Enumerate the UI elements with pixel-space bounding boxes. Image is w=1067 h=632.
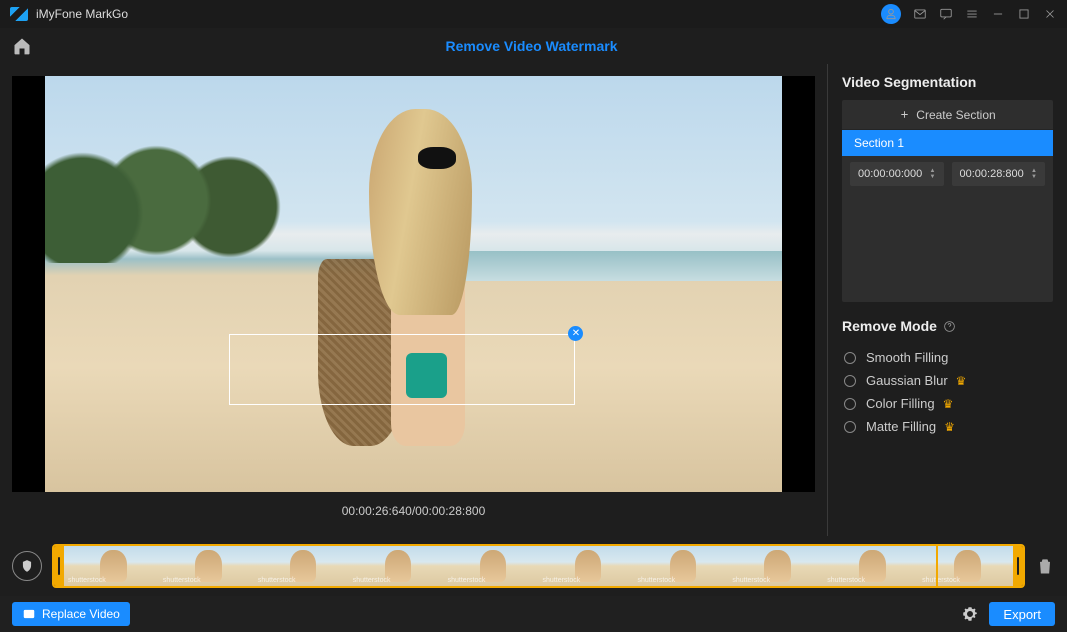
playhead[interactable] (936, 544, 938, 588)
section-time-row: 00:00:00:000 ▲▼ 00:00:28:800 ▲▼ (842, 156, 1053, 192)
replace-video-label: Replace Video (42, 607, 120, 621)
total-time: 00:00:28:800 (415, 504, 485, 518)
premium-icon: ♛ (943, 397, 954, 411)
preview-panel: ✕ 00:00:26:640/00:00:28:800 (0, 64, 827, 536)
menu-icon[interactable] (965, 7, 979, 21)
app-title: iMyFone MarkGo (36, 7, 873, 21)
segmentation-title: Video Segmentation (842, 74, 1053, 90)
subheader: Remove Video Watermark (0, 28, 1067, 64)
timeline-frame[interactable]: shutterstock (728, 546, 823, 586)
watermark-selection-box[interactable]: ✕ (229, 334, 575, 405)
window-controls (881, 4, 1057, 24)
timeline-frame[interactable]: shutterstock (444, 546, 539, 586)
option-label: Matte Filling (866, 419, 936, 434)
help-icon[interactable] (943, 320, 956, 333)
timeline-frame[interactable]: shutterstock (254, 546, 349, 586)
main-area: ✕ 00:00:26:640/00:00:28:800 Video Segmen… (0, 64, 1067, 536)
create-section-button[interactable]: Create Section (842, 100, 1053, 130)
timeline-frames[interactable]: shutterstockshutterstockshutterstockshut… (64, 546, 1013, 586)
remove-mode-options: Smooth Filling Gaussian Blur ♛ Color Fil… (842, 350, 1053, 434)
remove-mode-title: Remove Mode (842, 318, 937, 334)
video-frame: ✕ (45, 76, 781, 492)
minimize-icon[interactable] (991, 7, 1005, 21)
timecode-display: 00:00:26:640/00:00:28:800 (12, 500, 815, 524)
option-label: Color Filling (866, 396, 935, 411)
timeline-frame[interactable]: shutterstock (633, 546, 728, 586)
timeline-frame[interactable]: shutterstock (918, 546, 1013, 586)
current-time: 00:00:26:640 (342, 504, 412, 518)
timeline-frame[interactable]: shutterstock (539, 546, 634, 586)
remove-mode-option-color[interactable]: Color Filling ♛ (844, 396, 1053, 411)
remove-mode-option-matte[interactable]: Matte Filling ♛ (844, 419, 1053, 434)
timeline-frame[interactable]: shutterstock (823, 546, 918, 586)
section-name: Section 1 (854, 136, 904, 150)
titlebar: iMyFone MarkGo (0, 0, 1067, 28)
settings-button[interactable] (961, 605, 979, 623)
delete-button[interactable] (1035, 556, 1055, 576)
section-start-value: 00:00:00:000 (858, 168, 922, 180)
section-item[interactable]: Section 1 (842, 130, 1053, 156)
video-preview[interactable]: ✕ (12, 76, 815, 492)
page-title: Remove Video Watermark (32, 38, 1031, 54)
remove-mode-option-gaussian[interactable]: Gaussian Blur ♛ (844, 373, 1053, 388)
segmentation-panel: Create Section Section 1 00:00:00:000 ▲▼… (842, 100, 1053, 302)
bottom-bar: Replace Video Export (0, 596, 1067, 632)
maximize-icon[interactable] (1017, 7, 1031, 21)
premium-icon: ♛ (944, 420, 955, 434)
mail-icon[interactable] (913, 7, 927, 21)
app-logo-icon (10, 7, 28, 21)
export-label: Export (1003, 607, 1041, 622)
replace-video-button[interactable]: Replace Video (12, 602, 130, 626)
section-end-input[interactable]: 00:00:28:800 ▲▼ (952, 162, 1046, 186)
feedback-icon[interactable] (939, 7, 953, 21)
home-icon[interactable] (12, 36, 32, 56)
close-icon[interactable] (1043, 7, 1057, 21)
timeline-frame[interactable]: shutterstock (64, 546, 159, 586)
mask-tool-button[interactable] (12, 551, 42, 581)
option-label: Gaussian Blur (866, 373, 948, 388)
account-avatar-icon[interactable] (881, 4, 901, 24)
timeline-left-handle[interactable] (54, 546, 64, 586)
timeline-right-handle[interactable] (1013, 546, 1023, 586)
remove-mode-title-row: Remove Mode (842, 318, 1053, 334)
create-section-label: Create Section (916, 108, 995, 122)
section-end-value: 00:00:28:800 (960, 168, 1024, 180)
premium-icon: ♛ (956, 374, 967, 388)
section-start-input[interactable]: 00:00:00:000 ▲▼ (850, 162, 944, 186)
timeline-frame[interactable]: shutterstock (349, 546, 444, 586)
option-label: Smooth Filling (866, 350, 948, 365)
sidebar: Video Segmentation Create Section Sectio… (827, 64, 1067, 536)
remove-mode-option-smooth[interactable]: Smooth Filling (844, 350, 1053, 365)
export-button[interactable]: Export (989, 602, 1055, 626)
timeline-area: shutterstockshutterstockshutterstockshut… (0, 536, 1067, 596)
timeline-strip[interactable]: shutterstockshutterstockshutterstockshut… (52, 544, 1025, 588)
timeline-frame[interactable]: shutterstock (159, 546, 254, 586)
